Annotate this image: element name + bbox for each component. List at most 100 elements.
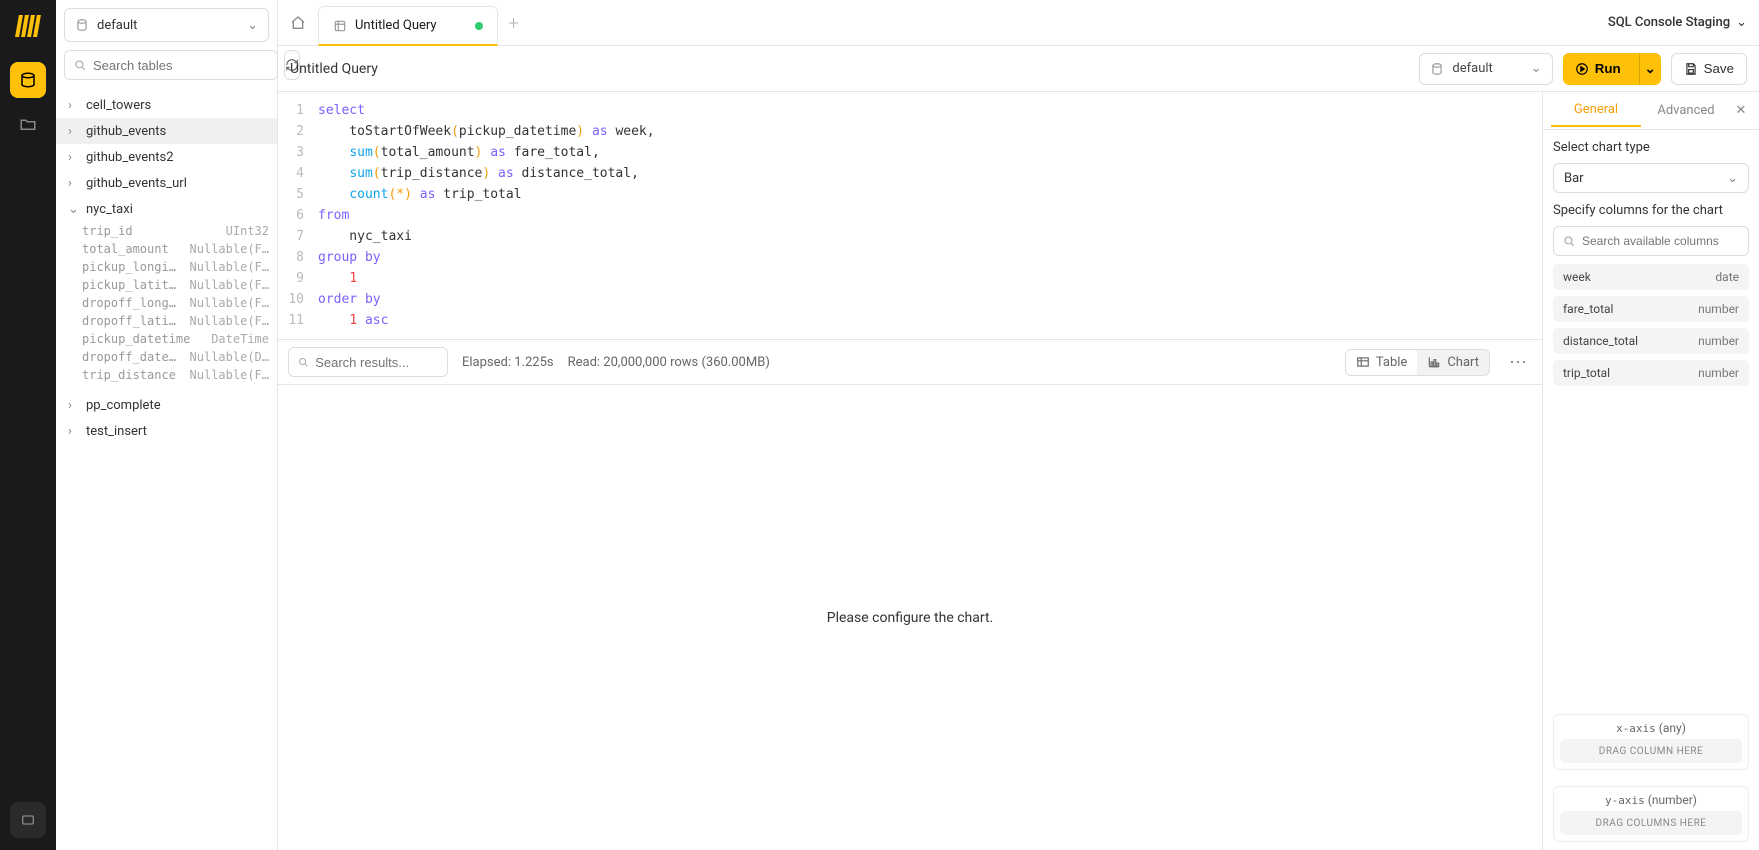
column-row[interactable]: pickup_longi…Nullable(F…: [56, 260, 277, 278]
results-toolbar: Elapsed: 1.225s Read: 20,000,000 rows (3…: [278, 339, 1542, 385]
expand-icon: ⌄: [68, 202, 82, 217]
search-columns-input[interactable]: [1553, 226, 1749, 256]
nav-folder-icon[interactable]: [10, 106, 46, 142]
column-name: dropoff_date…: [82, 350, 190, 368]
console-env-label: SQL Console Staging: [1608, 15, 1730, 30]
column-type: Nullable(F…: [190, 242, 269, 260]
x-axis-dropzone[interactable]: DRAG COLUMN HERE: [1560, 739, 1742, 763]
column-row[interactable]: trip_distanceNullable(F…: [56, 368, 277, 386]
column-type: Nullable(F…: [190, 278, 269, 296]
search-tables-input[interactable]: [64, 50, 278, 80]
x-axis-box: x-axis (any) DRAG COLUMN HERE: [1553, 714, 1749, 770]
pill-name: fare_total: [1563, 302, 1613, 316]
chevron-down-icon: ⌄: [1531, 61, 1542, 76]
column-type: Nullable(F…: [190, 296, 269, 314]
run-button[interactable]: Run ⌄: [1563, 53, 1661, 85]
close-panel-button[interactable]: ✕: [1731, 103, 1751, 118]
column-row[interactable]: dropoff_lati…Nullable(F…: [56, 314, 277, 332]
column-row[interactable]: pickup_datetimeDateTime: [56, 332, 277, 350]
column-type: Nullable(D…: [190, 350, 269, 368]
toolbar-db-label: default: [1452, 61, 1492, 76]
view-chart-button[interactable]: Chart: [1417, 350, 1489, 375]
column-name: dropoff_long…: [82, 296, 190, 314]
pill-type: number: [1698, 302, 1739, 316]
tab-advanced[interactable]: Advanced: [1641, 95, 1731, 126]
table-name: cell_towers: [86, 98, 151, 113]
column-pill[interactable]: weekdate: [1553, 264, 1749, 290]
toolbar-db-select[interactable]: default ⌄: [1419, 53, 1552, 85]
chevron-down-icon: ⌄: [247, 18, 258, 33]
table-tree: ›cell_towers›github_events›github_events…: [56, 88, 277, 850]
column-name: dropoff_lati…: [82, 314, 190, 332]
column-pill[interactable]: distance_totalnumber: [1553, 328, 1749, 354]
column-name: pickup_longi…: [82, 260, 190, 278]
tab-general[interactable]: General: [1551, 94, 1641, 127]
search-columns-field[interactable]: [1582, 234, 1740, 248]
search-tables-field[interactable]: [93, 58, 269, 73]
query-tab-label: Untitled Query: [355, 18, 437, 33]
column-row[interactable]: total_amountNullable(F…: [56, 242, 277, 260]
column-type: Nullable(F…: [190, 368, 269, 386]
view-table-button[interactable]: Table: [1346, 350, 1417, 375]
y-axis-dropzone[interactable]: DRAG COLUMNS HERE: [1560, 811, 1742, 835]
column-type: DateTime: [211, 332, 269, 350]
more-button[interactable]: ⋯: [1504, 352, 1532, 373]
icon-rail: [0, 0, 56, 850]
home-button[interactable]: [278, 0, 318, 45]
search-results-input[interactable]: [288, 347, 448, 377]
table-item[interactable]: ›github_events2: [56, 144, 277, 170]
table-name: nyc_taxi: [86, 202, 133, 217]
query-title: Untitled Query: [290, 61, 378, 77]
chart-type-value: Bar: [1564, 171, 1584, 186]
column-row[interactable]: pickup_latit…Nullable(F…: [56, 278, 277, 296]
expand-icon: ›: [68, 124, 82, 139]
table-name: github_events: [86, 124, 166, 139]
column-pill[interactable]: trip_totalnumber: [1553, 360, 1749, 386]
save-button-label: Save: [1704, 61, 1734, 76]
results-empty-message: Please configure the chart.: [827, 610, 994, 626]
elapsed-label: Elapsed: 1.225s: [462, 355, 554, 370]
expand-icon: ›: [68, 424, 82, 439]
columns-label: Specify columns for the chart: [1553, 203, 1749, 218]
column-name: trip_id: [82, 224, 226, 242]
pill-name: distance_total: [1563, 334, 1638, 348]
sidebar: default ⌄ ›cell_towers›github_events›git…: [56, 0, 278, 850]
column-type: Nullable(F…: [190, 314, 269, 332]
table-item[interactable]: › cell_towers: [56, 92, 277, 118]
x-axis-label: x-axis: [1616, 722, 1656, 735]
tab-bar: Untitled Query ＋ SQL Console Staging ⌄: [278, 0, 1759, 46]
query-tab[interactable]: Untitled Query: [318, 6, 498, 46]
expand-icon: ›: [68, 176, 82, 191]
main-area: Untitled Query ＋ SQL Console Staging ⌄ U…: [278, 0, 1759, 850]
nav-bottom-icon[interactable]: [10, 802, 46, 838]
table-item[interactable]: ⌄ nyc_taxi: [56, 196, 277, 222]
expand-icon: ›: [68, 98, 82, 113]
nav-sql-icon[interactable]: [10, 62, 46, 98]
table-item[interactable]: › github_events: [56, 118, 277, 144]
editor-code[interactable]: select toStartOfWeek(pickup_datetime) as…: [312, 100, 1542, 331]
save-button[interactable]: Save: [1671, 53, 1747, 85]
chart-config-panel: General Advanced ✕ Select chart type Bar…: [1543, 92, 1759, 850]
console-env-dropdown[interactable]: SQL Console Staging ⌄: [1608, 0, 1759, 45]
column-row[interactable]: dropoff_date…Nullable(D…: [56, 350, 277, 368]
table-item[interactable]: › github_events_url: [56, 170, 277, 196]
search-results-field[interactable]: [315, 355, 439, 370]
read-label: Read: 20,000,000 rows (360.00MB): [568, 355, 770, 370]
column-name: pickup_datetime: [82, 332, 211, 350]
add-tab-button[interactable]: ＋: [498, 0, 530, 45]
view-chart-label: Chart: [1447, 355, 1479, 370]
pill-type: number: [1698, 366, 1739, 380]
database-select[interactable]: default ⌄: [64, 8, 269, 42]
column-pill[interactable]: fare_total number: [1553, 296, 1749, 322]
column-row[interactable]: trip_idUInt32: [56, 224, 277, 242]
table-name: github_events_url: [86, 176, 187, 191]
column-pills: weekdatefare_totalnumberdistance_totalnu…: [1543, 256, 1759, 394]
chart-type-select[interactable]: Bar ⌄: [1553, 163, 1749, 193]
column-name: pickup_latit…: [82, 278, 190, 296]
run-dropdown[interactable]: ⌄: [1639, 53, 1661, 85]
table-item[interactable]: ›test_insert: [56, 418, 277, 444]
column-row[interactable]: dropoff_long…Nullable(F…: [56, 296, 277, 314]
table-item[interactable]: ›pp_complete: [56, 392, 277, 418]
sql-editor[interactable]: 1234567891011 select toStartOfWeek(picku…: [278, 92, 1542, 339]
chevron-down-icon: ⌄: [1736, 15, 1747, 30]
